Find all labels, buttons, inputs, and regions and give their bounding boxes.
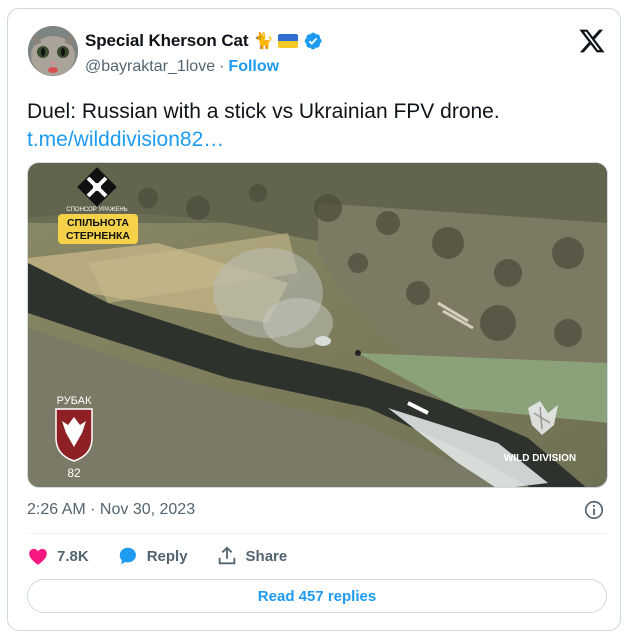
tweet-timestamp[interactable]: 2:26 AM · Nov 30, 2023	[27, 501, 195, 519]
tweet-link[interactable]: t.me/wilddivision82…	[27, 126, 607, 154]
unit-eagle-shield-icon	[55, 408, 93, 462]
reply-bubble-icon	[119, 547, 136, 565]
author-handle-row: @bayraktar_1love · Follow	[85, 58, 279, 76]
unit-number-label: 82	[67, 466, 81, 480]
drone-footage-frame: СПОНСОР УРАЖЕНЬ СПІЛЬНОТА СТЕРНЕНКА РУБА…	[28, 163, 607, 487]
tweet-text: Duel: Russian with a stick vs Ukrainian …	[27, 98, 607, 154]
heart-icon	[29, 548, 47, 565]
follow-button[interactable]: Follow	[228, 58, 279, 76]
read-replies-button[interactable]: Read 457 replies	[27, 579, 607, 613]
tweet-media-video[interactable]: СПОНСОР УРАЖЕНЬ СПІЛЬНОТА СТЕРНЕНКА РУБА…	[27, 162, 608, 488]
divider	[27, 533, 607, 534]
wild-division-watermark: WILD DIVISION	[504, 453, 576, 464]
share-label: Share	[245, 547, 288, 565]
share-button[interactable]: Share	[216, 545, 288, 567]
share-upload-icon	[218, 546, 235, 565]
ukraine-flag-icon	[278, 34, 299, 48]
cat-avatar-image	[28, 26, 78, 76]
cat-emoji-icon: 🐈	[253, 33, 274, 50]
avatar[interactable]	[28, 26, 78, 76]
like-count: 7.8K	[57, 547, 89, 565]
like-button[interactable]: 7.8K	[27, 545, 89, 567]
tweet-card: Special Kherson Cat 🐈 @bayraktar_1love ·…	[7, 8, 621, 631]
author-name-row: Special Kherson Cat 🐈	[85, 31, 323, 51]
author-display-name[interactable]: Special Kherson Cat	[85, 31, 249, 51]
reply-button[interactable]: Reply	[117, 545, 188, 567]
sponsor-line-2: СТЕРНЕНКА	[66, 230, 130, 242]
x-logo-icon[interactable]	[578, 27, 606, 55]
action-bar: 7.8K Reply Share	[27, 544, 315, 568]
sponsor-small-caption: СПОНСОР УРАЖЕНЬ	[66, 207, 127, 213]
sponsor-line-1: СПІЛЬНОТА	[67, 217, 129, 229]
unit-name-label: РУБАК	[57, 395, 92, 407]
author-handle[interactable]: @bayraktar_1love	[85, 58, 215, 76]
verified-badge-icon	[305, 32, 322, 50]
handle-separator: ·	[219, 58, 225, 75]
tweet-body: Duel: Russian with a stick vs Ukrainian …	[27, 100, 500, 123]
info-icon[interactable]	[583, 499, 605, 521]
reply-label: Reply	[146, 547, 188, 565]
